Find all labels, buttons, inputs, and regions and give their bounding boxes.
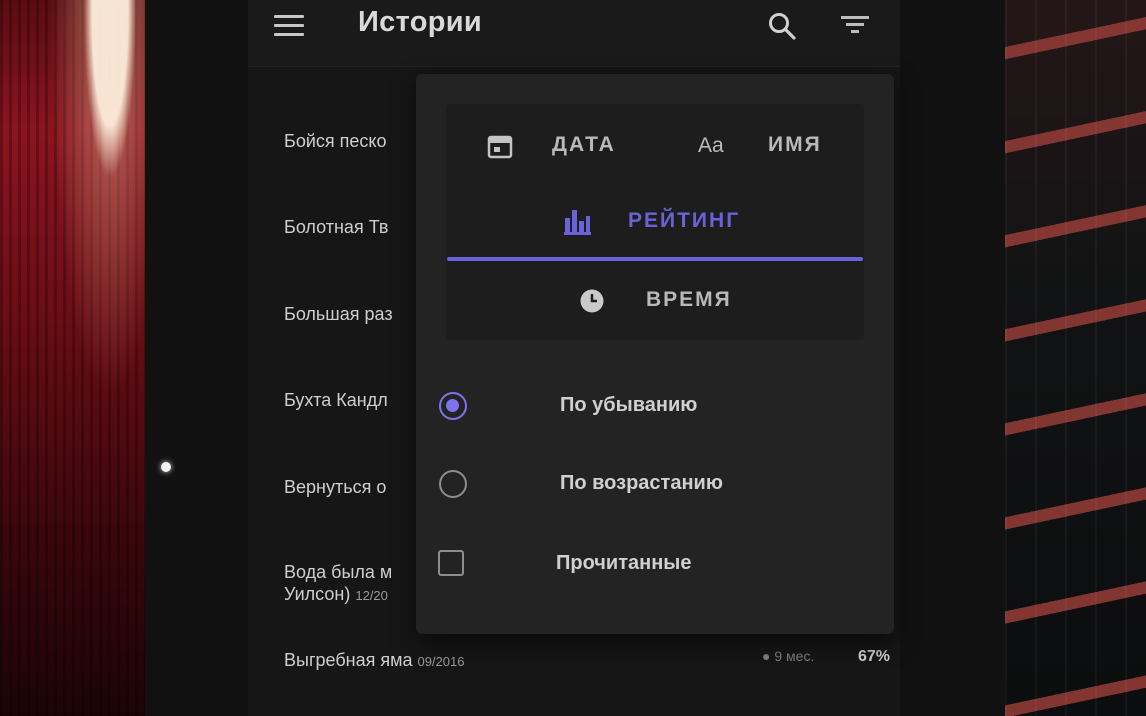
menu-button[interactable] bbox=[272, 12, 306, 40]
story-title: Бойся песко bbox=[284, 131, 387, 151]
list-item[interactable]: Болотная Тв bbox=[284, 217, 388, 238]
calendar-icon bbox=[487, 135, 513, 159]
story-title: Большая раз bbox=[284, 304, 393, 324]
story-date: 09/2016 bbox=[417, 654, 465, 669]
sort-option-rating-label: РЕЙТИНГ bbox=[628, 209, 741, 232]
search-button[interactable] bbox=[766, 10, 798, 42]
app-bar bbox=[248, 0, 900, 67]
sort-option-date-label: ДАТА bbox=[552, 133, 616, 156]
list-item[interactable]: Бухта Кандл bbox=[284, 390, 388, 411]
story-date: 12/20 bbox=[355, 588, 388, 603]
story-title: Вернуться о bbox=[284, 477, 387, 497]
story-percent: 67% bbox=[858, 648, 891, 665]
story-age: ● 9 мес. bbox=[762, 648, 815, 664]
bar-chart-icon bbox=[564, 210, 591, 235]
story-title: Бухта Кандл bbox=[284, 390, 388, 410]
hamburger-menu-icon-line bbox=[274, 33, 304, 36]
story-title: Выгребная яма bbox=[284, 650, 413, 670]
list-item[interactable]: Вода была м Уилсон) 12/20 bbox=[284, 561, 392, 607]
sort-option-time[interactable]: ВРЕМЯ bbox=[574, 280, 754, 320]
list-item[interactable]: Выгребная яма 09/2016 bbox=[284, 650, 465, 671]
selected-tab-indicator bbox=[447, 257, 863, 261]
background-right-shelves bbox=[1005, 0, 1146, 716]
page-title: Истории bbox=[358, 6, 482, 38]
read-checkbox[interactable] bbox=[438, 550, 464, 576]
text-aa-icon: Aa bbox=[698, 134, 724, 157]
list-item[interactable]: Бойся песко bbox=[284, 131, 386, 152]
read-checkbox-label: Прочитанные bbox=[556, 552, 692, 574]
indicator-dot bbox=[161, 462, 171, 472]
sort-option-time-label: ВРЕМЯ bbox=[646, 288, 732, 311]
story-title-line2: Уилсон) bbox=[284, 584, 351, 604]
background-left-curtain bbox=[0, 0, 145, 716]
list-item[interactable]: Вернуться о bbox=[284, 477, 386, 498]
list-item[interactable]: Большая раз bbox=[284, 304, 393, 325]
story-age-text: 9 мес. bbox=[774, 648, 815, 664]
clock-icon bbox=[580, 289, 604, 313]
sort-option-name[interactable]: Aa ИМЯ bbox=[694, 126, 834, 166]
search-icon bbox=[769, 13, 796, 40]
filter-button[interactable] bbox=[838, 10, 872, 42]
sort-option-date[interactable]: ДАТА bbox=[480, 126, 640, 166]
descending-label: По убыванию bbox=[560, 394, 698, 416]
hamburger-menu-icon bbox=[274, 15, 304, 18]
descending-radio[interactable] bbox=[439, 392, 467, 420]
filter-icon bbox=[841, 16, 869, 33]
sort-option-rating[interactable]: РЕЙТИНГ bbox=[556, 200, 756, 244]
ascending-radio[interactable] bbox=[439, 470, 467, 498]
story-title: Болотная Тв bbox=[284, 217, 389, 237]
story-title: Вода была м bbox=[284, 562, 393, 582]
hamburger-menu-icon-line bbox=[274, 24, 304, 27]
ascending-label: По возрастанию bbox=[560, 472, 723, 494]
sort-option-name-label: ИМЯ bbox=[768, 133, 822, 156]
